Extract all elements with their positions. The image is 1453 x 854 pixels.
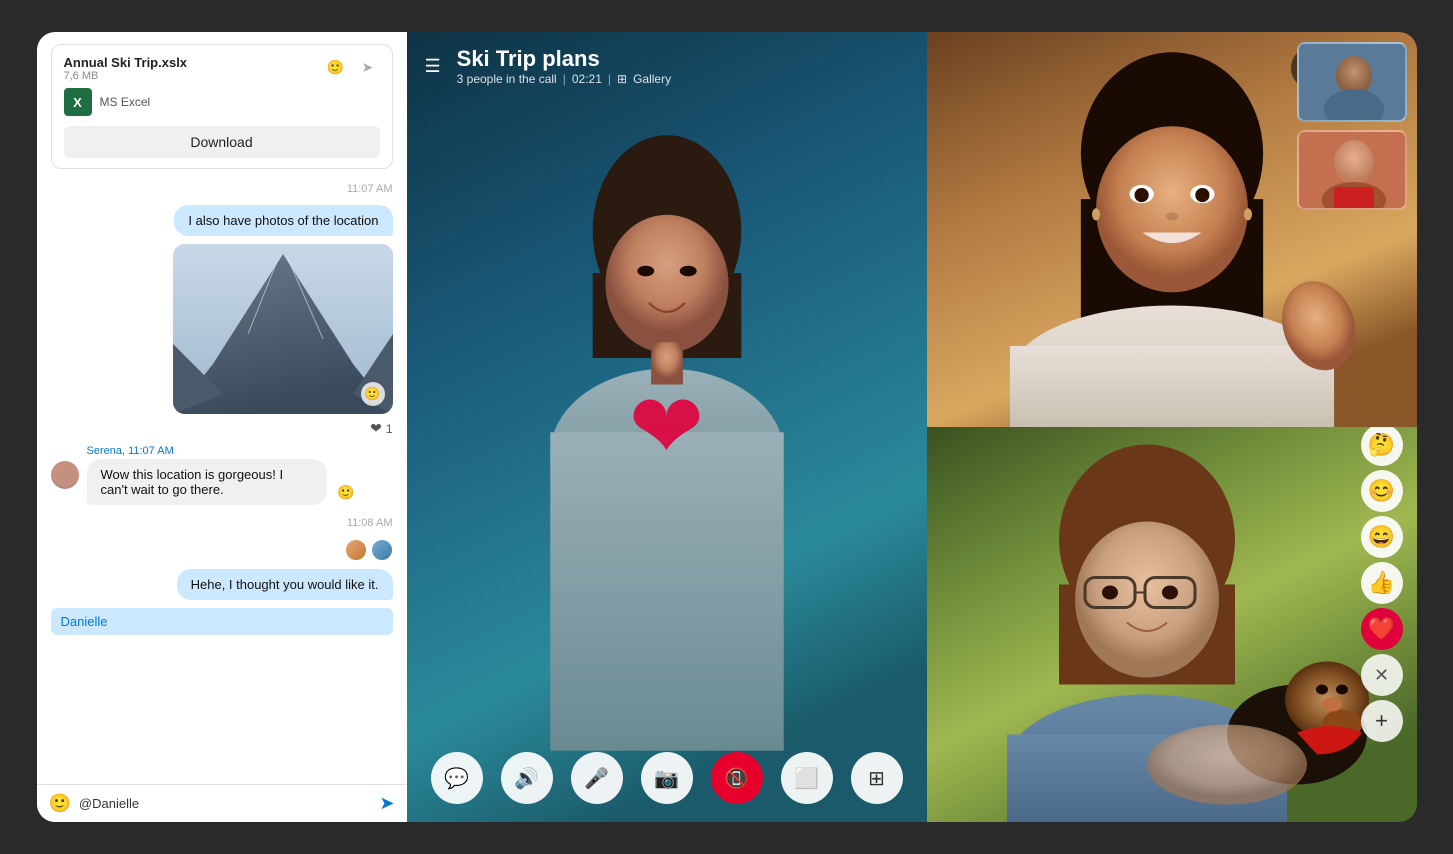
camera-control-button[interactable]: 📷 — [641, 752, 693, 804]
file-name: Annual Ski Trip.xslx — [64, 55, 324, 70]
file-size: 7,6 MB — [64, 70, 324, 82]
layout-button[interactable]: ⊞ — [851, 752, 903, 804]
message-serena: Serena, 11:07 AM Wow this location is go… — [51, 445, 393, 507]
mini-video-2[interactable] — [1297, 130, 1407, 210]
message-input[interactable] — [79, 796, 371, 811]
message-bubble-serena: Wow this location is gorgeous! I can't w… — [87, 459, 327, 505]
seen-avatars — [345, 539, 393, 561]
file-type-label: MS Excel — [100, 95, 151, 109]
video-topbar: ☰ Ski Trip plans 3 people in the call | … — [407, 32, 927, 100]
chat-control-button[interactable]: 💬 — [431, 752, 483, 804]
reaction-thinking[interactable]: 🤔 — [1361, 427, 1403, 466]
mic-control-button[interactable]: 🎤 — [571, 752, 623, 804]
video-main-area: ❤ ☰ Ski Trip plans 3 people in the call … — [407, 32, 927, 822]
emoji-react-serena[interactable]: 🙂 — [337, 484, 354, 501]
reaction-heart[interactable]: ❤️ — [1361, 608, 1403, 650]
sender-name-serena: Serena, 11:07 AM — [87, 445, 327, 457]
device-frame: Annual Ski Trip.xslx 7,6 MB 🙂 ➤ X MS Exc… — [37, 32, 1417, 822]
call-duration: 02:21 — [572, 72, 602, 86]
seen-avatar-1 — [345, 539, 367, 561]
reaction-sidebar: 😢 🤔 😊 😄 👍 ❤️ ✕ + — [1361, 427, 1403, 742]
gallery-icon: ⊞ — [617, 72, 627, 86]
timestamp-1107: 11:07 AM — [51, 183, 393, 195]
message-input-bar: 🙂 ➤ — [37, 784, 407, 822]
avatar-serena — [51, 461, 79, 489]
chat-messages-list: Annual Ski Trip.xslx 7,6 MB 🙂 ➤ X MS Exc… — [37, 32, 407, 784]
speaker-control-button[interactable]: 🔊 — [501, 752, 553, 804]
message-bubble-hehe: Hehe, I thought you would like it. — [177, 569, 393, 600]
video-controls-bar: 💬 🔊 🎤 📷 📵 ⬜ ⊞ — [407, 734, 927, 822]
reaction-add-button[interactable]: + — [1361, 700, 1403, 742]
reaction-smile[interactable]: 😊 — [1361, 470, 1403, 512]
seen-avatar-2 — [371, 539, 393, 561]
mini-video-1[interactable] — [1297, 42, 1407, 122]
emoji-picker-button[interactable]: 🙂 — [49, 793, 71, 814]
reaction-laugh[interactable]: 😄 — [1361, 516, 1403, 558]
gallery-label: Gallery — [633, 72, 671, 86]
reaction-count: 1 — [386, 422, 393, 436]
message-bubble-photos: I also have photos of the location — [174, 205, 392, 236]
chat-panel: Annual Ski Trip.xslx 7,6 MB 🙂 ➤ X MS Exc… — [37, 32, 407, 822]
hamburger-menu-icon[interactable]: ☰ — [425, 56, 441, 77]
reaction-thumbsup[interactable]: 👍 — [1361, 562, 1403, 604]
people-count: 3 people in the call — [457, 72, 557, 86]
forward-icon[interactable]: ➤ — [356, 55, 380, 79]
heart-reaction-row: ❤ 1 — [370, 420, 392, 437]
excel-icon: X — [64, 88, 92, 116]
screen-share-button[interactable]: ⬜ — [781, 752, 833, 804]
file-attachment-card: Annual Ski Trip.xslx 7,6 MB 🙂 ➤ X MS Exc… — [51, 44, 393, 169]
send-button[interactable]: ➤ — [379, 793, 394, 814]
main-presenter-video — [407, 32, 927, 822]
image-message-mountain[interactable]: 🙂 — [173, 244, 393, 414]
video-call-subtitle: 3 people in the call | 02:21 | ⊞ Gallery — [457, 72, 909, 86]
heart-emoji: ❤ — [370, 420, 382, 437]
mountain-image — [173, 244, 393, 414]
end-call-button[interactable]: 📵 — [711, 752, 763, 804]
right-video-panel: ⚙ — [927, 32, 1417, 822]
download-button[interactable]: Download — [64, 126, 380, 158]
mini-video-thumbnails — [1297, 42, 1407, 210]
reaction-close-button[interactable]: ✕ — [1361, 654, 1403, 696]
emoji-react-image[interactable]: 🙂 — [361, 382, 385, 406]
video-call-title: Ski Trip plans — [457, 46, 909, 72]
mention-chip-danielle: Danielle — [51, 608, 393, 635]
timestamp-1108: 11:08 AM — [51, 517, 393, 529]
emoji-reaction-icon[interactable]: 🙂 — [324, 55, 348, 79]
video-tile-person2[interactable]: 😢 🤔 😊 😄 👍 ❤️ ✕ + — [927, 427, 1417, 822]
